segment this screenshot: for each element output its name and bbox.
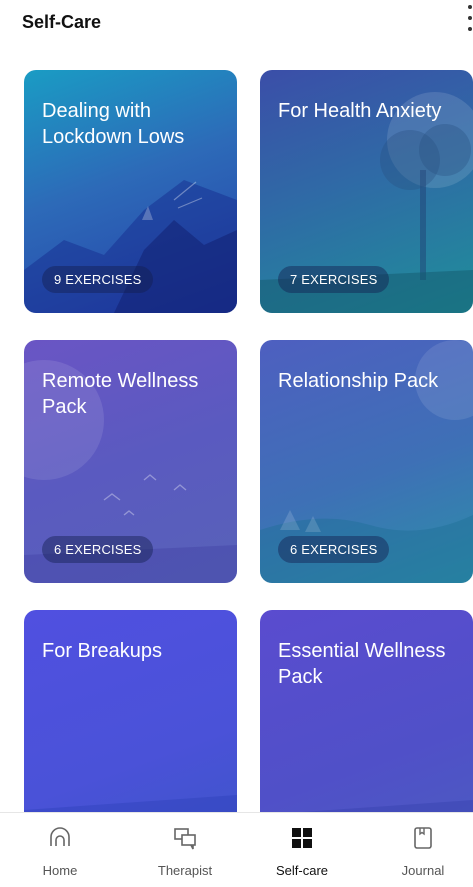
- journal-icon: [414, 827, 432, 849]
- self-care-screen: Dealing with Lockdown Lows 9 EXERCISES F…: [0, 0, 473, 887]
- exercise-count-badge: 9 EXERCISES: [42, 266, 154, 293]
- nav-label: Home: [42, 863, 78, 878]
- pack-title: Dealing with Lockdown Lows: [42, 100, 185, 148]
- nav-label: Self-care: [275, 863, 329, 878]
- home-icon: [50, 827, 70, 846]
- app-header: Self-Care: [0, 0, 473, 50]
- pack-title: Remote Wellness Pack: [42, 370, 199, 418]
- nav-label: Therapist: [157, 863, 213, 878]
- pack-title: For Breakups: [42, 640, 163, 662]
- nav-self-care[interactable]: Self-care: [252, 813, 352, 887]
- chat-icon: [174, 828, 196, 850]
- nav-journal[interactable]: Journal: [373, 813, 473, 887]
- pack-grid: Dealing with Lockdown Lows 9 EXERCISES F…: [0, 0, 473, 812]
- pack-card-breakups[interactable]: For Breakups: [24, 610, 237, 812]
- pack-card-essential-wellness[interactable]: Essential Wellness Pack: [260, 610, 473, 812]
- exercise-count-badge: 6 EXERCISES: [278, 536, 390, 563]
- pack-card-remote-wellness[interactable]: Remote Wellness Pack 6 EXERCISES: [24, 340, 237, 583]
- nav-home[interactable]: Home: [10, 813, 110, 887]
- exercise-count-badge: 7 EXERCISES: [278, 266, 390, 293]
- pack-title: For Health Anxiety: [278, 100, 442, 122]
- pack-card-health-anxiety[interactable]: For Health Anxiety 7 EXERCISES: [260, 70, 473, 313]
- exercise-count-badge: 6 EXERCISES: [42, 536, 154, 563]
- pack-title: Essential Wellness Pack: [278, 640, 446, 688]
- bottom-navigation: Home Therapist Self-care Journal: [0, 812, 473, 887]
- pack-card-relationship[interactable]: Relationship Pack 6 EXERCISES: [260, 340, 473, 583]
- nav-therapist[interactable]: Therapist: [135, 813, 235, 887]
- nav-label: Journal: [401, 863, 445, 878]
- grid-icon: [292, 828, 312, 848]
- pack-card-lockdown-lows[interactable]: Dealing with Lockdown Lows 9 EXERCISES: [24, 70, 237, 313]
- page-title: Self-Care: [22, 12, 102, 32]
- pack-title: Relationship Pack: [278, 370, 439, 392]
- more-vertical-icon[interactable]: [465, 5, 473, 31]
